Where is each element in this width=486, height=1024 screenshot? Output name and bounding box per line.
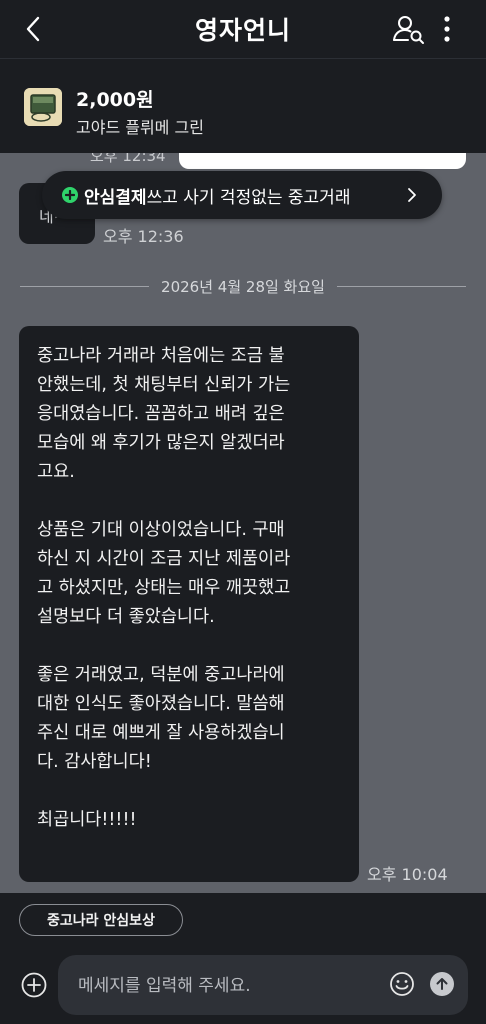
user-search-button[interactable]: [392, 13, 426, 45]
user-search-icon: [393, 16, 424, 44]
safe-payment-banner[interactable]: 안심결제쓰고 사기 걱정없는 중고거래: [42, 171, 442, 219]
chevron-right-icon: [408, 188, 416, 202]
product-thumbnail: [24, 88, 62, 126]
back-icon: [26, 16, 40, 42]
message-paragraph: 상품은 기대 이상이었습니다. 구매 하신 지 시간이 조금 지난 제품이라 고…: [37, 520, 291, 627]
plus-circle-icon: [62, 187, 78, 203]
bottom-bar: 중고나라 안심보상: [0, 893, 486, 1024]
safe-payment-rest: 쓰고 사기 걱정없는 중고거래: [146, 187, 351, 208]
message-input[interactable]: [76, 967, 380, 1005]
more-vertical-icon: [444, 16, 450, 42]
back-button[interactable]: [18, 14, 48, 44]
date-divider: 2026년 4월 28일 화요일: [20, 273, 467, 299]
date-label: 2026년 4월 28일 화요일: [161, 277, 325, 296]
safe-payment-bold: 안심결제: [84, 187, 147, 208]
product-price: 2,000원: [76, 89, 154, 111]
chat-header: 영자언니: [0, 0, 486, 59]
message-time: 오후 10:04: [367, 865, 448, 884]
sent-message-bubble: [179, 153, 466, 169]
message-time: 오후 12:36: [103, 227, 184, 246]
divider-line: [336, 285, 467, 287]
safe-payment-text: 안심결제쓰고 사기 걱정없는 중고거래: [84, 183, 350, 208]
more-options-button[interactable]: [434, 13, 460, 45]
divider-line: [20, 285, 150, 287]
message-paragraph: 중고나라 거래라 처음에는 조금 불 안했는데, 첫 채팅부터 신뢰가 가는 응…: [37, 346, 291, 482]
send-icon: [436, 978, 448, 990]
send-button[interactable]: [430, 972, 454, 996]
message-paragraph: 최곱니다!!!!!: [37, 810, 137, 830]
message-input-box: [58, 955, 468, 1015]
message-time: 오후 12:34: [90, 153, 166, 165]
product-info[interactable]: 2,000원 고야드 플뤼메 그린: [0, 59, 486, 153]
received-message-bubble: 중고나라 거래라 처음에는 조금 불 안했는데, 첫 채팅부터 신뢰가 가는 응…: [19, 326, 359, 882]
message-paragraph: 좋은 거래였고, 덕분에 중고나라에 대한 인식도 좋아졌습니다. 말씀해 주신…: [37, 665, 285, 772]
add-circle-icon[interactable]: [20, 971, 48, 999]
safety-guarantee-chip[interactable]: 중고나라 안심보상: [19, 904, 183, 936]
product-name: 고야드 플뤼메 그린: [76, 118, 204, 137]
page-title: 영자언니: [194, 16, 291, 45]
chat-area: 오후 12:34 네~ 오후 12:36 안심결제쓰고 사기 걱정없는 중고거래…: [0, 153, 486, 893]
emoji-icon[interactable]: [388, 970, 416, 998]
